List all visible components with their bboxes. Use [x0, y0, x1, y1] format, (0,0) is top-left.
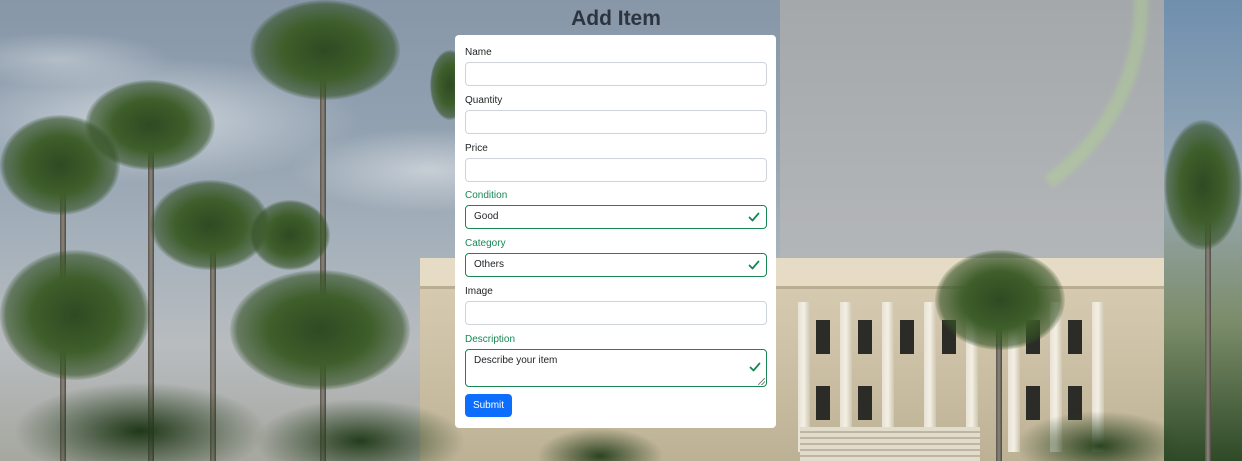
resize-handle[interactable]: [758, 378, 765, 385]
name-label: Name: [465, 47, 492, 58]
price-input[interactable]: [465, 158, 767, 182]
check-icon: [748, 260, 760, 270]
description-field: Description Describe your item: [465, 333, 767, 387]
category-select-value: Others: [474, 259, 505, 270]
category-field: Category Others: [465, 237, 767, 277]
description-textarea[interactable]: Describe your item: [465, 349, 767, 387]
image-field: Image: [465, 285, 767, 325]
description-label: Description: [465, 334, 516, 345]
condition-field: Condition Good: [465, 189, 767, 229]
page-title: Add Item: [571, 7, 661, 30]
check-icon: [749, 362, 761, 372]
quantity-field: Quantity: [465, 94, 767, 134]
category-label: Category: [465, 238, 506, 249]
image-label: Image: [465, 286, 493, 297]
name-field: Name: [465, 46, 767, 86]
condition-label: Condition: [465, 190, 508, 201]
quantity-label: Quantity: [465, 95, 503, 106]
quantity-input[interactable]: [465, 110, 767, 134]
name-input[interactable]: [465, 62, 767, 86]
price-label: Price: [465, 143, 488, 154]
image-input[interactable]: [465, 301, 767, 325]
condition-select-value: Good: [474, 211, 499, 222]
submit-button[interactable]: Submit: [465, 394, 512, 417]
check-icon: [748, 212, 760, 222]
add-item-form: Name Quantity Price Condition Good Categ…: [455, 35, 776, 428]
category-select[interactable]: Others: [465, 253, 767, 277]
condition-select[interactable]: Good: [465, 205, 767, 229]
price-field: Price: [465, 142, 767, 182]
